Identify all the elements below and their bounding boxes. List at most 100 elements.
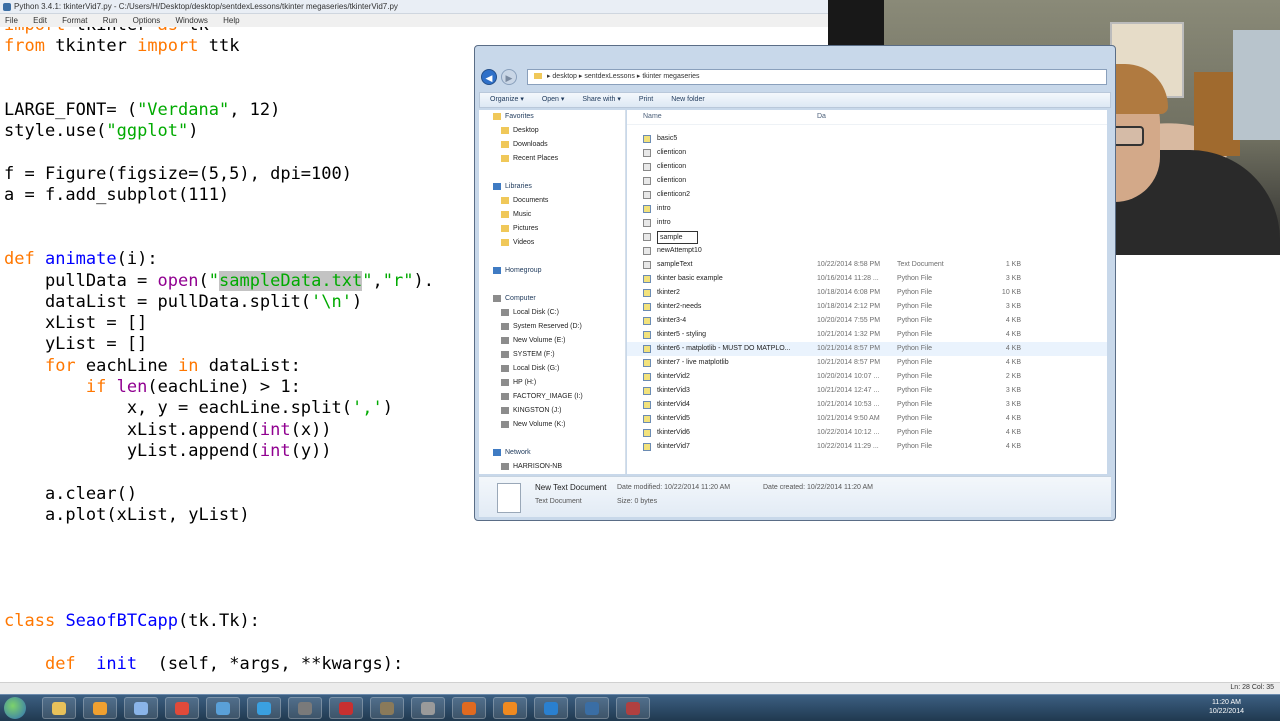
nav-item[interactable]: HP (H:) [479,376,625,390]
file-row[interactable]: newAttempt10 [627,244,1107,258]
code-line[interactable]: dataList = pullData.split('\n') [4,292,362,312]
organize-button[interactable]: Organize ▾ [490,93,524,107]
taskbar-firefox-button[interactable] [452,697,486,719]
nav-item[interactable]: Documents [479,194,625,208]
system-clock[interactable]: 11:20 AM 10/22/2014 [1209,698,1244,716]
address-bar[interactable]: ▸ desktop ▸ sentdexLessons ▸ tkinter meg… [527,69,1107,85]
code-line[interactable]: x, y = eachLine.split(',') [4,398,393,418]
back-arrow-icon[interactable]: ◀ [481,69,497,85]
rename-input[interactable]: sample [657,231,698,244]
code-line[interactable]: f = Figure(figsize=(5,5), dpi=100) [4,164,352,184]
code-line[interactable]: import tkinter as tk [4,27,209,35]
taskbar-paint-button[interactable] [206,697,240,719]
nav-item[interactable]: Music [479,208,625,222]
taskbar-python-button[interactable] [288,697,322,719]
code-line[interactable]: pullData = open("sampleData.txt","r"). [4,270,434,291]
open-button[interactable]: Open ▾ [542,93,565,107]
new-folder-button[interactable]: New folder [671,93,704,107]
nav-item[interactable]: Local Disk (G:) [479,362,625,376]
file-row[interactable]: intro [627,216,1107,230]
nav-item[interactable]: HARRISON-NB [479,460,625,474]
nav-item[interactable]: Network [479,446,625,460]
file-row[interactable]: tkinter5 - styling 10/21/2014 1:32 PM Pyth… [627,328,1107,342]
code-line[interactable]: style.use("ggplot") [4,121,199,141]
taskbar-notepad-button[interactable] [124,697,158,719]
code-line[interactable]: LARGE_FONT= ("Verdana", 12) [4,100,280,120]
menu-format[interactable]: Format [62,16,87,25]
print-button[interactable]: Print [639,93,653,107]
code-line[interactable]: if len(eachLine) > 1: [4,377,301,397]
forward-arrow-icon[interactable]: ▶ [501,69,517,85]
nav-item[interactable]: System Reserved (D:) [479,320,625,334]
file-row[interactable]: tkinterVid6 10/22/2014 10:12 ... Python Fi… [627,426,1107,440]
taskbar-filezilla-button[interactable] [329,697,363,719]
menu-file[interactable]: File [5,16,18,25]
file-row[interactable]: tkinterVid2 10/20/2014 10:07 ... Python Fi… [627,370,1107,384]
file-row[interactable]: tkinter7 - live matplotlib 10/21/2014 8:5… [627,356,1107,370]
nav-item[interactable]: Downloads [479,138,625,152]
file-row[interactable]: basic5 [627,132,1107,146]
nav-item[interactable]: KINGSTON (J:) [479,404,625,418]
file-row[interactable]: sample [627,230,1107,244]
file-row[interactable]: tkinter3-4 10/20/2014 7:55 PM Python File 4… [627,314,1107,328]
code-line[interactable]: class SeaofBTCapp(tk.Tk): [4,611,260,631]
file-row[interactable]: tkinterVid7 10/22/2014 11:29 ... Python Fi… [627,440,1107,454]
code-line[interactable]: for eachLine in dataList: [4,356,301,376]
menu-run[interactable]: Run [103,16,118,25]
file-list[interactable]: Name Da basic5 clienticon clienticon client… [627,110,1107,474]
idle-title-bar[interactable]: Python 3.4.1: tkinterVid7.py - C:/Users/… [0,0,828,14]
share-with-button[interactable]: Share with ▾ [582,93,621,107]
file-row[interactable]: tkinter basic example 10/16/2014 11:28 ..… [627,272,1107,286]
code-line[interactable]: yList.append(int(y)) [4,441,332,461]
file-row[interactable]: tkinter6 - matplotlib - MUST DO MATPLO..… [627,342,1107,356]
taskbar-chrome-button[interactable] [165,697,199,719]
menu-windows[interactable]: Windows [175,16,207,25]
taskbar-media-button[interactable] [83,697,117,719]
taskbar-gimp-button[interactable] [370,697,404,719]
nav-item[interactable]: Favorites [479,110,625,124]
code-line[interactable]: def init (self, *args, **kwargs): [4,654,403,674]
nav-item[interactable]: Computer [479,292,625,306]
breadcrumb[interactable]: ▸ desktop ▸ sentdexLessons ▸ tkinter meg… [547,73,700,80]
file-row[interactable]: tkinter2 10/18/2014 6:08 PM Python File 10 … [627,286,1107,300]
column-header[interactable]: Name Da [627,110,1107,125]
taskbar-vm-button[interactable] [411,697,445,719]
nav-item[interactable]: Pictures [479,222,625,236]
nav-item[interactable]: SYSTEM (F:) [479,348,625,362]
file-row[interactable]: intro [627,202,1107,216]
menu-edit[interactable]: Edit [33,16,47,25]
file-row[interactable]: sampleText 10/22/2014 8:58 PM Text Documen… [627,258,1107,272]
file-row[interactable]: tkinterVid5 10/21/2014 9:50 AM Python File… [627,412,1107,426]
file-row[interactable]: tkinterVid3 10/21/2014 12:47 ... Python Fi… [627,384,1107,398]
nav-item[interactable]: Desktop [479,124,625,138]
code-line[interactable]: yList = [] [4,334,147,354]
column-date-header[interactable]: Da [817,110,826,124]
code-line[interactable]: a = f.add_subplot(111) [4,185,229,205]
explorer-window[interactable]: ◀ ▶ ▸ desktop ▸ sentdexLessons ▸ tkinter… [474,45,1116,521]
file-row[interactable]: tkinterVid4 10/21/2014 10:53 ... Python Fi… [627,398,1107,412]
code-line[interactable]: def animate(i): [4,249,158,269]
nav-item[interactable]: New Volume (E:) [479,334,625,348]
file-row[interactable]: clienticon [627,160,1107,174]
file-row[interactable]: clienticon2 [627,188,1107,202]
code-line[interactable]: xList = [] [4,313,147,333]
code-line[interactable]: a.clear() [4,484,137,504]
taskbar-python-idle-button[interactable] [575,697,609,719]
nav-item[interactable]: Libraries [479,180,625,194]
nav-item[interactable]: Videos [479,236,625,250]
menu-options[interactable]: Options [133,16,161,25]
taskbar-vpn-button[interactable] [534,697,568,719]
taskbar-explorer-button[interactable] [42,697,76,719]
nav-item[interactable]: FACTORY_IMAGE (I:) [479,390,625,404]
taskbar-snipping-button[interactable] [247,697,281,719]
code-line[interactable]: xList.append(int(x)) [4,420,332,440]
menu-help[interactable]: Help [223,16,239,25]
nav-item[interactable]: Homegroup [479,264,625,278]
file-row[interactable]: clienticon [627,174,1107,188]
navigation-pane[interactable]: Favorites Desktop Downloads Recent Places Li… [479,110,626,474]
file-row[interactable]: tkinter2-needs 10/18/2014 2:12 PM Python F… [627,300,1107,314]
nav-item[interactable]: Recent Places [479,152,625,166]
taskbar-player-button[interactable] [493,697,527,719]
nav-item[interactable]: New Volume (K:) [479,418,625,432]
file-row[interactable]: clienticon [627,146,1107,160]
